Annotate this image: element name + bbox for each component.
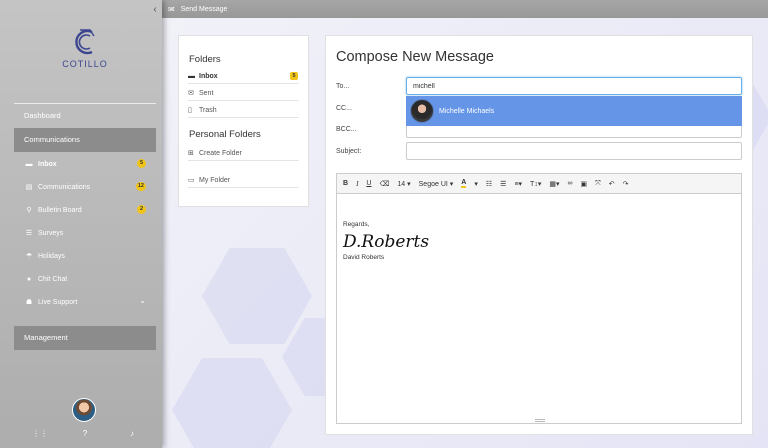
- sidebar-item-label: Surveys: [38, 229, 64, 237]
- background-hexagon: [172, 358, 292, 448]
- editor-resize-handle[interactable]: [535, 419, 545, 422]
- apps-icon[interactable]: ⋮⋮: [32, 429, 48, 439]
- inbox-icon: ▬: [188, 72, 195, 80]
- sidebar-section-communications[interactable]: Communications: [14, 128, 156, 152]
- sidebar-item-live-support[interactable]: ☗ Live Support ⌄: [14, 292, 156, 312]
- align-icon[interactable]: ≡▾: [514, 180, 522, 188]
- regards-text: Regards,: [343, 221, 370, 228]
- bcc-label: BCC...: [336, 126, 357, 133]
- font-size-select[interactable]: 14 ▾: [397, 180, 410, 188]
- sidebar-section-dashboard[interactable]: Dashboard: [14, 105, 156, 127]
- italic-icon[interactable]: I: [356, 180, 358, 188]
- logo: COTILLO: [50, 28, 120, 76]
- sidebar-item-holidays[interactable]: ☂ Holidays: [14, 246, 156, 266]
- sidebar-item-label: Bulletin Board: [38, 206, 82, 214]
- font-name-select[interactable]: Segoe UI ▾: [419, 180, 454, 188]
- folders-panel: Folders ▬ Inbox 5 ✉ Sent ▯ Trash Persona…: [178, 35, 309, 207]
- signature-name: David Roberts: [343, 254, 385, 261]
- table-icon[interactable]: ▦▾: [549, 180, 559, 188]
- numbered-list-icon[interactable]: ☰: [500, 180, 506, 188]
- signature-script: D.Roberts: [343, 232, 430, 252]
- fullscreen-icon[interactable]: ⤧: [595, 180, 601, 188]
- bell-icon[interactable]: ♪: [126, 429, 138, 439]
- inbox-count-badge: 5: [290, 72, 298, 80]
- folder-icon: ▭: [188, 177, 195, 184]
- top-bar-title: Send Message: [180, 5, 228, 13]
- folder-label: My Folder: [199, 176, 231, 184]
- folder-label: Inbox: [199, 72, 218, 80]
- editor-toolbar: B I U ⌫ 14 ▾ Segoe UI ▾ A ▾ ☷ ☰ ≡▾ T↕▾ ▦…: [337, 174, 741, 194]
- sidebar-item-communications[interactable]: ▤ Communications 12: [14, 177, 156, 197]
- sidebar-item-chit-chat[interactable]: ● Chit Chat: [14, 269, 156, 289]
- sidebar-item-bulletin-board[interactable]: ⚲ Bulletin Board 2: [14, 200, 156, 220]
- folder-sent[interactable]: ✉ Sent: [188, 86, 299, 101]
- folder-label: Create Folder: [199, 149, 242, 157]
- sidebar-section-management[interactable]: Management: [14, 326, 156, 350]
- sidebar-divider: [14, 103, 156, 104]
- underline-icon[interactable]: U: [366, 180, 371, 187]
- autocomplete-suggestion[interactable]: Michelle Michaels: [406, 96, 742, 126]
- folder-my-folder[interactable]: ▭ My Folder: [188, 173, 299, 188]
- link-icon[interactable]: ∞: [567, 180, 572, 187]
- sidebar-item-inbox[interactable]: ▬ Inbox 5: [14, 154, 156, 174]
- pin-icon: ⚲: [26, 207, 32, 214]
- id-card-icon: ▤: [25, 184, 33, 191]
- compose-title: Compose New Message: [336, 49, 494, 65]
- redo-icon[interactable]: ↷: [623, 180, 629, 188]
- communications-count-badge: 12: [135, 182, 146, 191]
- folders-title: Folders: [189, 54, 221, 65]
- sidebar-item-label: Inbox: [38, 160, 57, 168]
- folder-label: Trash: [199, 106, 217, 114]
- chat-icon: ●: [26, 275, 32, 283]
- clear-format-icon[interactable]: ⌫: [379, 180, 389, 188]
- bullet-list-icon[interactable]: ☷: [486, 180, 492, 188]
- plus-square-icon: ⊞: [188, 150, 194, 157]
- compose-panel: Compose New Message To... Michelle Micha…: [325, 35, 753, 435]
- sidebar-item-surveys[interactable]: ☰ Surveys: [14, 223, 156, 243]
- trash-icon: ▯: [188, 107, 192, 114]
- to-label: To...: [336, 83, 350, 90]
- inbox-count-badge: 5: [137, 159, 146, 168]
- collapse-sidebar-icon[interactable]: ‹: [150, 4, 160, 16]
- to-input[interactable]: [406, 77, 742, 95]
- sidebar-item-label: Live Support: [38, 298, 78, 306]
- suggestion-name: Michelle Michaels: [439, 107, 495, 115]
- sidebar-item-label: Chit Chat: [38, 275, 68, 283]
- folder-label: Sent: [199, 89, 214, 97]
- sitemap-icon: ☗: [25, 299, 33, 306]
- top-bar: ✉ Send Message: [162, 0, 768, 18]
- holidays-icon: ☂: [25, 253, 33, 260]
- envelope-icon: ✉: [188, 90, 194, 97]
- undo-icon[interactable]: ↶: [609, 180, 615, 188]
- personal-folders-title: Personal Folders: [189, 129, 261, 140]
- chevron-down-icon: ⌄: [139, 296, 146, 305]
- subject-input[interactable]: [406, 142, 742, 160]
- envelope-icon: ✉: [168, 4, 175, 14]
- folder-trash[interactable]: ▯ Trash: [188, 103, 299, 118]
- bulletin-count-badge: 2: [137, 205, 146, 214]
- inbox-icon: ▬: [25, 160, 33, 168]
- sidebar-item-label: Communications: [38, 183, 91, 191]
- color-dropdown-icon[interactable]: ▾: [474, 180, 478, 188]
- subject-label: Subject:: [336, 148, 362, 155]
- line-height-icon[interactable]: T↕▾: [530, 180, 541, 188]
- cc-label: CC...: [336, 105, 352, 112]
- create-folder-button[interactable]: ⊞ Create Folder: [188, 146, 299, 161]
- editor-body[interactable]: Regards, D.Roberts David Roberts: [337, 194, 741, 419]
- message-editor: B I U ⌫ 14 ▾ Segoe UI ▾ A ▾ ☷ ☰ ≡▾ T↕▾ ▦…: [336, 173, 742, 424]
- survey-icon: ☰: [25, 230, 33, 237]
- help-icon[interactable]: ?: [79, 429, 91, 439]
- logo-mark-icon: [75, 29, 95, 55]
- suggestion-avatar: [410, 99, 434, 123]
- folder-inbox[interactable]: ▬ Inbox 5: [188, 69, 299, 84]
- bold-icon[interactable]: B: [343, 180, 348, 187]
- sidebar: ‹ COTILLO Dashboard Communications ▬ Inb…: [0, 0, 162, 448]
- text-color-icon[interactable]: A: [461, 179, 467, 188]
- background-hexagon: [202, 248, 312, 344]
- image-icon[interactable]: ▣: [580, 180, 587, 188]
- logo-text: COTILLO: [62, 59, 108, 69]
- avatar[interactable]: [72, 398, 96, 422]
- sidebar-item-label: Holidays: [38, 252, 65, 260]
